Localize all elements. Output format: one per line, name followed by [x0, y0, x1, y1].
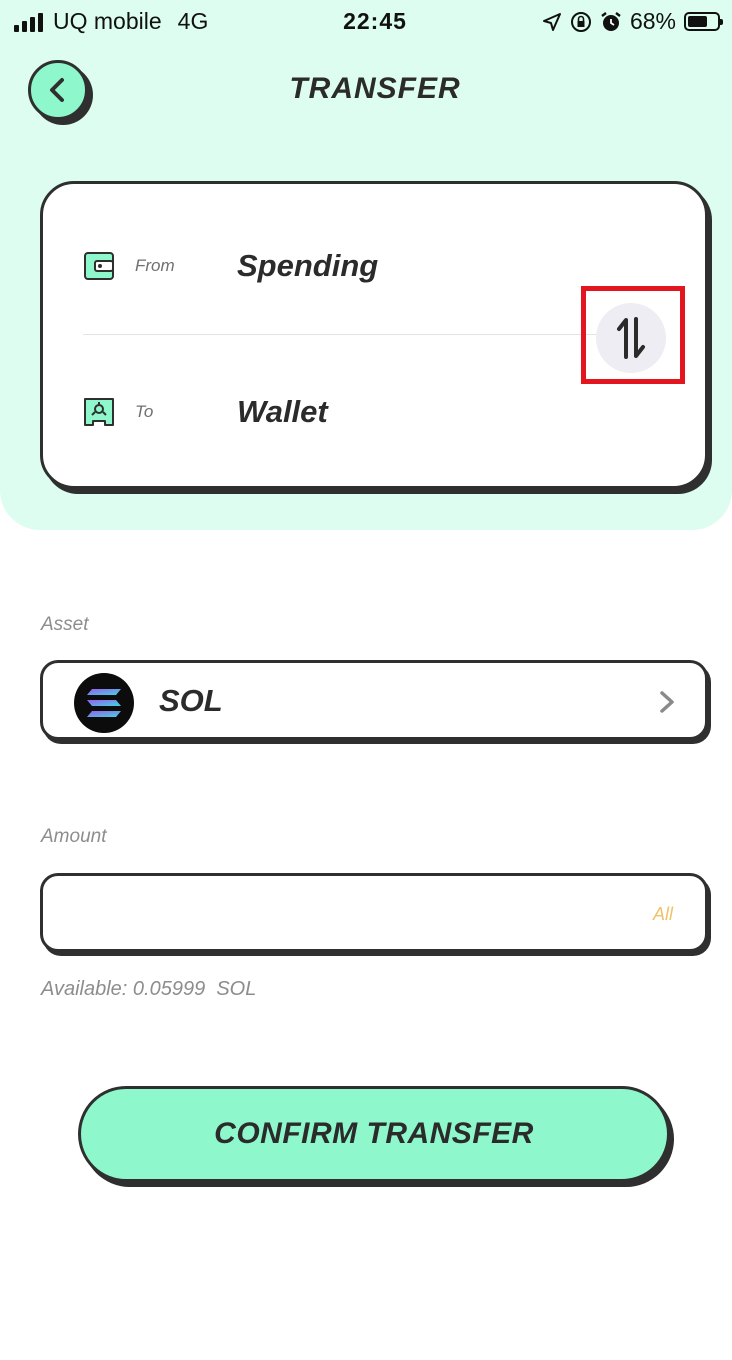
amount-label: Amount — [41, 826, 107, 847]
card-divider — [83, 334, 623, 335]
orientation-lock-icon — [570, 11, 591, 32]
from-row: From Spending — [43, 236, 705, 296]
status-bar: UQ mobile 4G 22:45 68% — [0, 0, 732, 44]
asset-value: SOL — [159, 683, 223, 718]
to-value: Wallet — [237, 394, 328, 429]
asset-label: Asset — [41, 614, 89, 635]
solana-mark-icon — [87, 689, 121, 717]
asset-selector[interactable]: SOL — [40, 660, 708, 740]
battery-icon — [684, 12, 723, 31]
wallet-icon — [84, 252, 114, 280]
wallet-account-icon — [84, 398, 114, 426]
to-row: To Wallet — [43, 382, 705, 442]
location-arrow-icon — [542, 12, 561, 31]
transfer-direction-card: From Spending To Wallet — [40, 181, 708, 489]
solana-logo — [74, 673, 134, 733]
amount-field: All — [40, 873, 708, 952]
swap-vertical-icon — [617, 317, 645, 359]
chevron-right-icon — [660, 691, 674, 713]
available-balance: Available: 0.05999 SOL — [41, 978, 257, 1000]
alarm-icon — [601, 11, 621, 31]
status-right: 68% — [542, 8, 723, 35]
page-title: TRANSFER — [289, 72, 461, 105]
all-button[interactable]: All — [653, 904, 673, 925]
from-value: Spending — [237, 248, 379, 283]
swap-direction-button[interactable] — [596, 303, 666, 373]
battery-level — [688, 16, 708, 27]
from-label: From — [135, 256, 175, 275]
battery-percent: 68% — [629, 8, 676, 34]
confirm-transfer-button[interactable]: CONFIRM TRANSFER — [78, 1086, 670, 1182]
to-label: To — [135, 402, 154, 421]
amount-input[interactable] — [63, 888, 623, 938]
